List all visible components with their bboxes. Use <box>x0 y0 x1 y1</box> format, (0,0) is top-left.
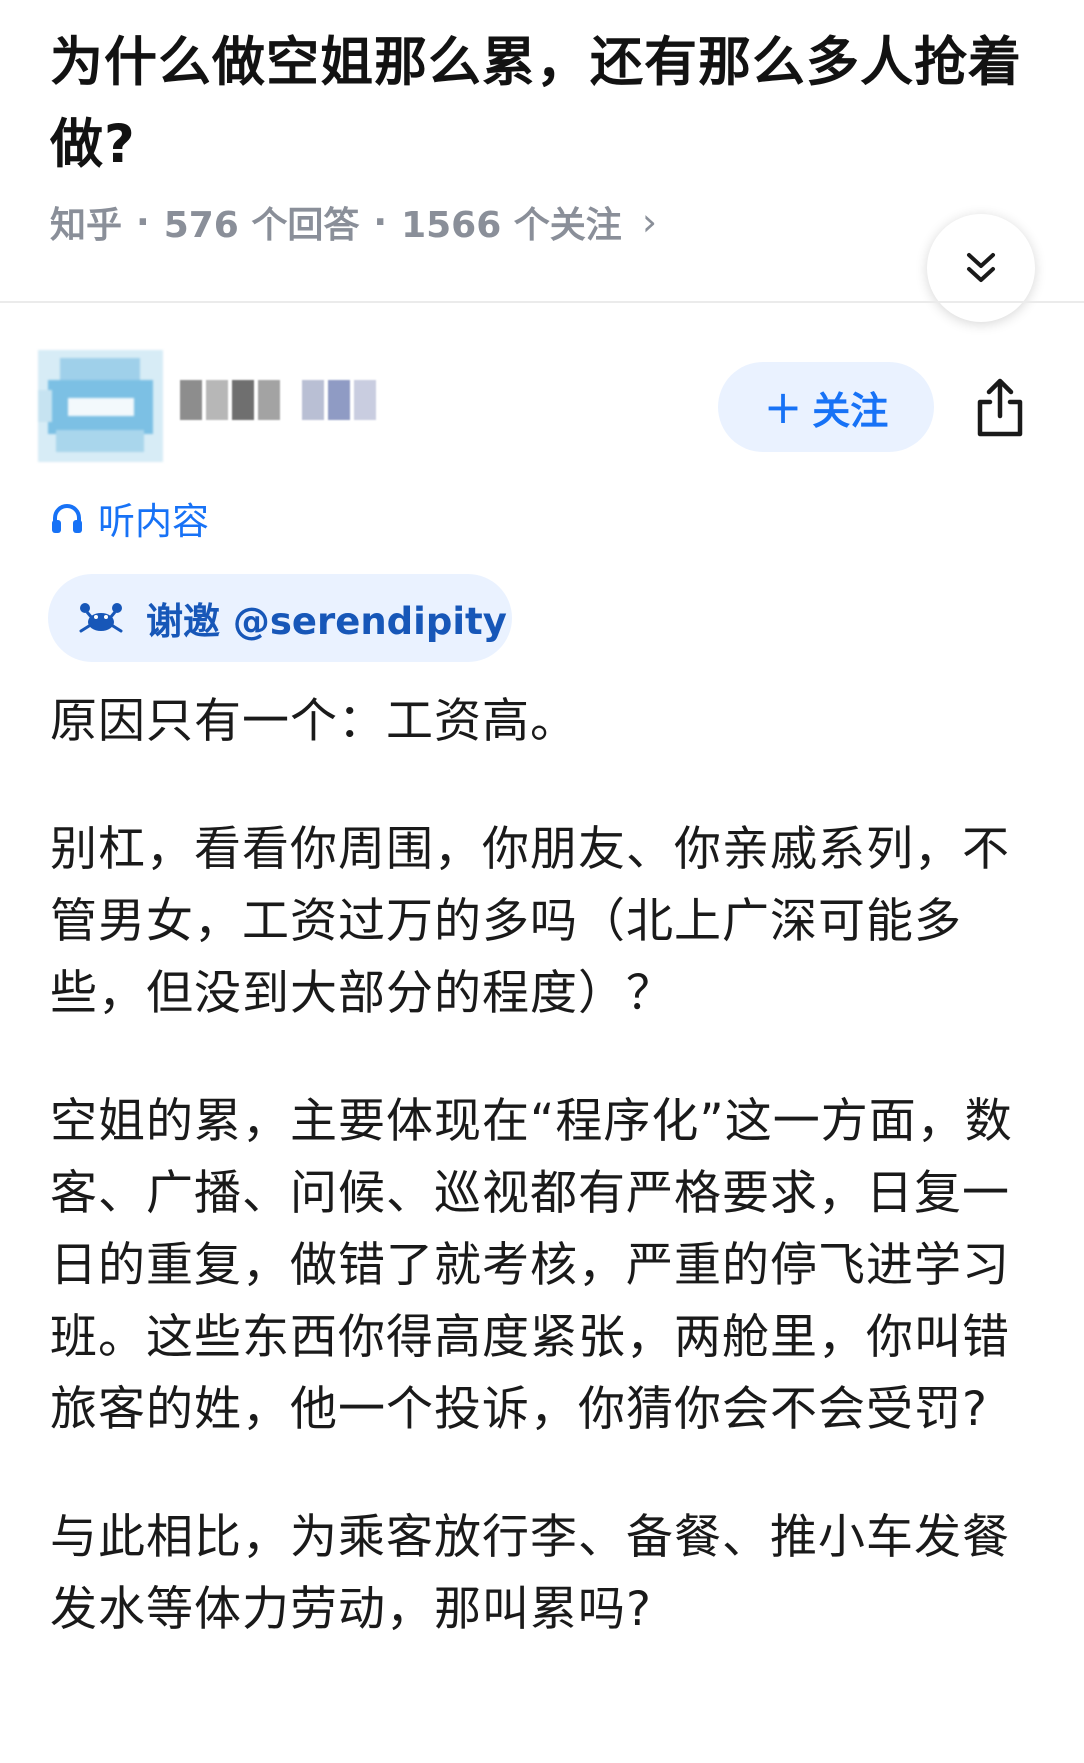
meta-separator: · <box>136 201 150 243</box>
answer-paragraph: 原因只有一个：工资高。 <box>50 694 578 749</box>
headphones-icon <box>52 504 82 533</box>
plus-icon: + <box>763 380 803 434</box>
meta-separator: · <box>373 201 388 243</box>
source-label: 知乎 <box>50 205 123 246</box>
question-meta[interactable]: 知乎 · 576 个回答 · 1566 个关注 › <box>50 194 657 250</box>
answer-paragraph: 别杠，看看你周围，你朋友、你亲戚系列，不管男女，工资过万的多吗（北上广深可能多些… <box>50 822 1010 1021</box>
answer-count: 576 个回答 <box>163 205 360 246</box>
answer-paragraph: 空姐的累，主要体现在“程序化”这一方面，数客、广播、问候、巡视都有严格要求，日复… <box>50 1094 1013 1437</box>
invite-tag[interactable]: 谢邀 @serendipity <box>48 574 512 662</box>
crab-icon <box>78 600 124 636</box>
double-chevron-down-icon <box>967 253 995 282</box>
chevron-right-icon: › <box>641 200 658 244</box>
author-name[interactable] <box>180 380 376 440</box>
share-button[interactable] <box>966 370 1034 446</box>
follow-button[interactable]: + 关注 <box>718 362 934 452</box>
listen-label: 听内容 <box>98 500 209 543</box>
collapse-button[interactable] <box>927 214 1035 322</box>
answer-body: 原因只有一个：工资高。 别杠，看看你周围，你朋友、你亲戚系列，不管男女，工资过万… <box>50 686 1046 1702</box>
share-icon <box>977 378 1023 437</box>
question-title[interactable]: 为什么做空姐那么累，还有那么多人抢着做? <box>50 22 1040 186</box>
listen-button[interactable]: 听内容 <box>50 492 209 544</box>
author-avatar[interactable] <box>38 350 163 462</box>
follower-count: 1566 个关注 <box>401 205 622 246</box>
follow-label: 关注 <box>812 388 889 433</box>
answer-paragraph: 与此相比，为乘客放行李、备餐、推小车发餐发水等体力劳动，那叫累吗? <box>50 1510 1010 1637</box>
header-divider <box>0 301 1084 303</box>
invite-label: 谢邀 @serendipity <box>146 600 507 643</box>
